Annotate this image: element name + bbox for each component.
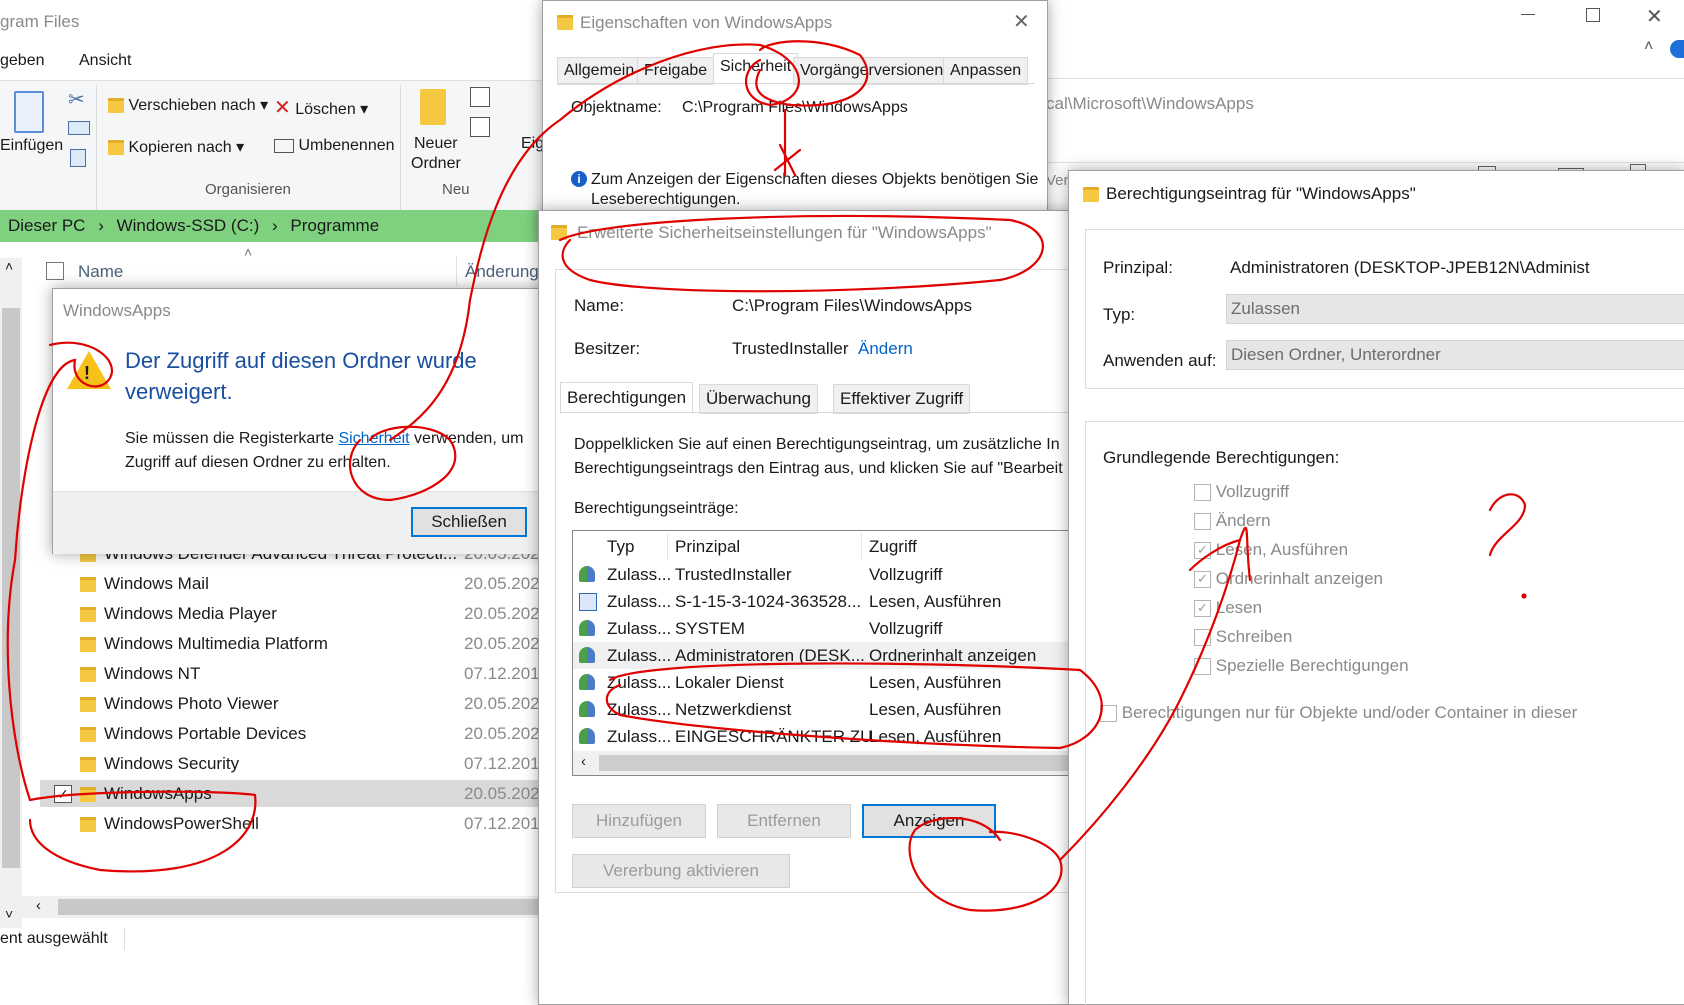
annotation-path [1058, 526, 1252, 862]
annotation-path [6, 341, 257, 873]
annotation-path [348, 425, 457, 502]
annotation-path [908, 816, 1063, 912]
annotation-path [773, 108, 802, 177]
annotation-dot [1521, 593, 1527, 599]
annotation-path [388, 43, 800, 442]
annotation-path [558, 214, 1044, 293]
annotation-path [605, 662, 1103, 750]
annotation-path [1488, 493, 1527, 557]
annotation-overlay [6, 40, 1527, 912]
